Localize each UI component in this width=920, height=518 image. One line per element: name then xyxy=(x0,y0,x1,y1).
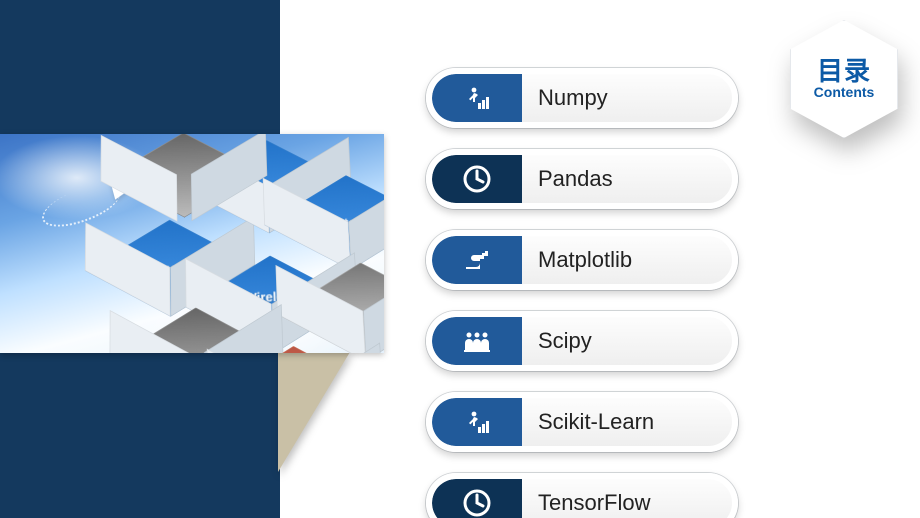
pill-label: TensorFlow xyxy=(522,490,732,516)
wedge-accent xyxy=(278,352,350,472)
pill-label: Scipy xyxy=(522,328,732,354)
run-bars-icon xyxy=(432,74,522,122)
pill-matplotlib[interactable]: Matplotlib xyxy=(426,230,746,290)
contents-hexagon: 目录 Contents xyxy=(790,20,898,138)
hero-image: Space activities 3D print Generator room… xyxy=(0,134,384,353)
pill-pandas[interactable]: Pandas xyxy=(426,149,746,209)
pill-label: Numpy xyxy=(522,85,732,111)
pill-numpy[interactable]: Numpy xyxy=(426,68,746,128)
pill-label: Matplotlib xyxy=(522,247,732,273)
hand-key-icon xyxy=(432,236,522,284)
pill-scipy[interactable]: Scipy xyxy=(426,311,746,371)
run-bars-icon xyxy=(432,398,522,446)
team-icon xyxy=(432,317,522,365)
pill-tensorflow[interactable]: TensorFlow xyxy=(426,473,746,518)
contents-title-en: Contents xyxy=(814,84,875,100)
cube-stage: Space activities 3D print Generator room… xyxy=(130,134,384,353)
contents-badge: 目录 Contents xyxy=(790,20,896,136)
clock-icon xyxy=(432,155,522,203)
contents-title-cn: 目录 xyxy=(817,58,871,84)
pill-label: Scikit-Learn xyxy=(522,409,732,435)
pill-scikit-learn[interactable]: Scikit-Learn xyxy=(426,392,746,452)
contents-list: Numpy Pandas Matplotlib Scipy xyxy=(426,68,746,518)
clock-icon xyxy=(432,479,522,518)
pill-label: Pandas xyxy=(522,166,732,192)
